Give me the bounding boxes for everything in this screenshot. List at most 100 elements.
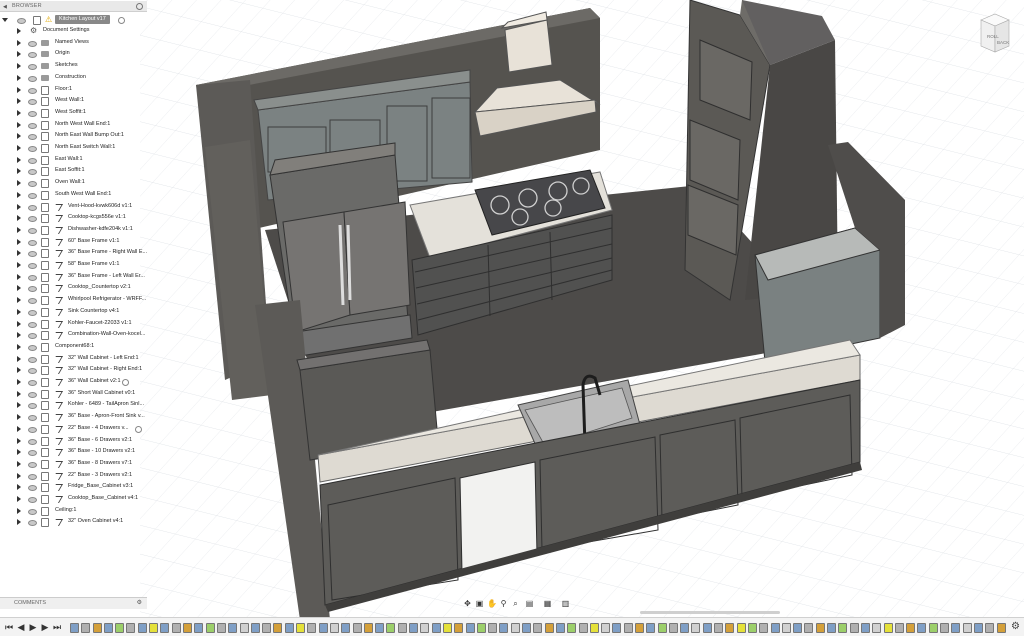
timeline-feature-icon[interactable] (477, 623, 486, 633)
browser-node[interactable]: 32" Oven Cabinet v4:1 (0, 517, 147, 528)
visibility-eye-icon[interactable] (28, 181, 37, 188)
visibility-eye-icon[interactable] (28, 157, 37, 164)
timeline-feature-icon[interactable] (194, 623, 203, 633)
expand-arrow-icon[interactable] (17, 63, 21, 70)
document-root[interactable]: ⚠ Kitchen Layout v17 (0, 15, 147, 26)
visibility-eye-icon[interactable] (28, 146, 37, 152)
visibility-eye-icon[interactable] (28, 75, 37, 82)
browser-node[interactable]: Combination-Wall-Oven-kocel... (0, 330, 147, 341)
browser-node[interactable]: Cooktop-kcgs556e v1:1 (0, 213, 147, 224)
timeline-feature-icon[interactable] (420, 623, 429, 633)
timeline-feature-icon[interactable] (443, 623, 452, 633)
timeline-feature-icon[interactable] (341, 623, 350, 633)
expand-arrow-icon[interactable] (17, 402, 21, 409)
expand-arrow-icon[interactable] (17, 332, 21, 339)
visibility-eye-icon[interactable] (28, 473, 37, 480)
expand-arrow-icon[interactable] (17, 496, 21, 502)
timeline-feature-icon[interactable] (963, 623, 972, 633)
browser-node[interactable]: 60" Base Frame v1:1 (0, 237, 147, 248)
browser-node[interactable]: Ceiling:1 (0, 506, 147, 517)
expand-arrow-icon[interactable] (17, 74, 21, 81)
timeline-feature-icon[interactable] (612, 623, 621, 633)
timeline-feature-icon[interactable] (454, 623, 463, 633)
expand-arrow-icon[interactable] (17, 145, 21, 151)
viewports-icon[interactable]: ▥ (561, 599, 570, 608)
visibility-eye-icon[interactable] (28, 263, 37, 269)
timeline-feature-icon[interactable] (375, 623, 384, 633)
browser-node[interactable]: 36" Short Wall Cabinet v0:1 (0, 389, 147, 400)
timeline-feature-icon[interactable] (624, 623, 633, 633)
browser-node[interactable]: 36" Base - 6 Drawers v2:1 (0, 436, 147, 447)
timeline-feature-icon[interactable] (353, 623, 362, 633)
timeline-feature-icon[interactable] (737, 623, 746, 633)
timeline-feature-icon[interactable] (691, 623, 700, 633)
visibility-eye-icon[interactable] (28, 497, 37, 503)
expand-arrow-icon[interactable] (17, 109, 21, 116)
timeline-feature-icon[interactable] (319, 623, 328, 633)
browser-node[interactable]: Kohler - 6489 - TailApron Sinl... (0, 400, 147, 411)
visibility-eye-icon[interactable] (28, 64, 37, 71)
browser-node[interactable]: Sink Countertop v4:1 (0, 307, 147, 318)
expand-arrow-icon[interactable] (17, 238, 21, 245)
expand-arrow-icon[interactable] (17, 86, 21, 93)
expand-arrow-icon[interactable] (17, 308, 21, 315)
browser-node[interactable]: North West Wall End:1 (0, 120, 147, 131)
expand-arrow-icon[interactable] (17, 425, 21, 432)
timeline-feature-icon[interactable] (183, 623, 192, 633)
browser-node[interactable]: 32" Wall Cabinet - Left End:1 (0, 354, 147, 365)
expand-arrow-icon[interactable] (17, 355, 21, 362)
visibility-eye-icon[interactable] (28, 391, 37, 398)
visibility-eye-icon[interactable] (28, 426, 37, 433)
timeline-feature-icon[interactable] (601, 623, 610, 633)
visibility-eye-icon[interactable] (28, 344, 37, 351)
timeline-feature-icon[interactable] (793, 623, 802, 633)
collapse-triangle-icon[interactable]: ◀ (3, 4, 7, 10)
visibility-eye-icon[interactable] (28, 508, 37, 515)
timeline-feature-icon[interactable] (307, 623, 316, 633)
timeline-feature-icon[interactable] (838, 623, 847, 633)
browser-node[interactable]: ⚙ Document Settings (0, 26, 147, 37)
timeline-scrollbar[interactable] (640, 611, 780, 614)
display-settings-icon[interactable]: ▤ (525, 599, 534, 608)
timeline-settings-icon[interactable]: ⚙ (1011, 621, 1020, 632)
timeline-feature-icon[interactable] (669, 623, 678, 633)
timeline-feature-icon[interactable] (160, 623, 169, 633)
expand-arrow-icon[interactable] (17, 367, 21, 374)
browser-node[interactable]: North East Wall Bump Out:1 (0, 131, 147, 142)
comments-options-icon[interactable]: ⚙ (137, 599, 142, 606)
timeline-feature-icon[interactable] (816, 623, 825, 633)
visibility-eye-icon[interactable] (28, 380, 37, 386)
browser-node[interactable]: Cooktop_Countertop v2:1 (0, 283, 147, 294)
timeline-feature-icon[interactable] (262, 623, 271, 633)
browser-node[interactable]: Kohler-Faucet-22033 v1:1 (0, 319, 147, 330)
warning-icon[interactable]: ⚠ (45, 15, 52, 24)
visibility-eye-icon[interactable] (28, 192, 37, 199)
expand-arrow-icon[interactable] (17, 121, 21, 128)
visibility-eye-icon[interactable] (28, 485, 37, 492)
timeline-feature-icon[interactable] (104, 623, 113, 633)
browser-node[interactable]: 36" Base - 8 Drawers v7:1 (0, 459, 147, 470)
timeline-feature-icon[interactable] (409, 623, 418, 633)
browser-node[interactable]: Cooktop_Base_Cabinet v4:1 (0, 494, 147, 505)
browser-node[interactable]: West Wall:1 (0, 96, 147, 107)
timeline-feature-icon[interactable] (884, 623, 893, 633)
timeline-feature-icon[interactable] (759, 623, 768, 633)
activate-radio-icon[interactable] (135, 425, 142, 433)
timeline-feature-icon[interactable] (364, 623, 373, 633)
timeline-feature-icon[interactable] (680, 623, 689, 633)
visibility-eye-icon[interactable] (28, 368, 37, 375)
timeline-feature-icon[interactable] (70, 623, 79, 633)
visibility-eye-icon[interactable] (28, 438, 37, 445)
timeline-feature-icon[interactable] (804, 623, 813, 633)
timeline-feature-icon[interactable] (273, 623, 282, 633)
expand-arrow-icon[interactable] (17, 449, 21, 456)
browser-node[interactable]: Oven Wall:1 (0, 178, 147, 189)
browser-node[interactable]: 22" Base - 3 Drawers v2:1 (0, 471, 147, 482)
expand-arrow-icon[interactable] (17, 28, 21, 34)
visibility-eye-icon[interactable] (28, 52, 37, 59)
browser-node[interactable]: 36" Base - 10 Drawers v2:1 (0, 447, 147, 458)
timeline-feature-icon[interactable] (533, 623, 542, 633)
expand-arrow-icon[interactable] (2, 18, 8, 22)
expand-arrow-icon[interactable] (17, 156, 21, 163)
viewcube-face-back[interactable]: BACK (997, 40, 1009, 45)
